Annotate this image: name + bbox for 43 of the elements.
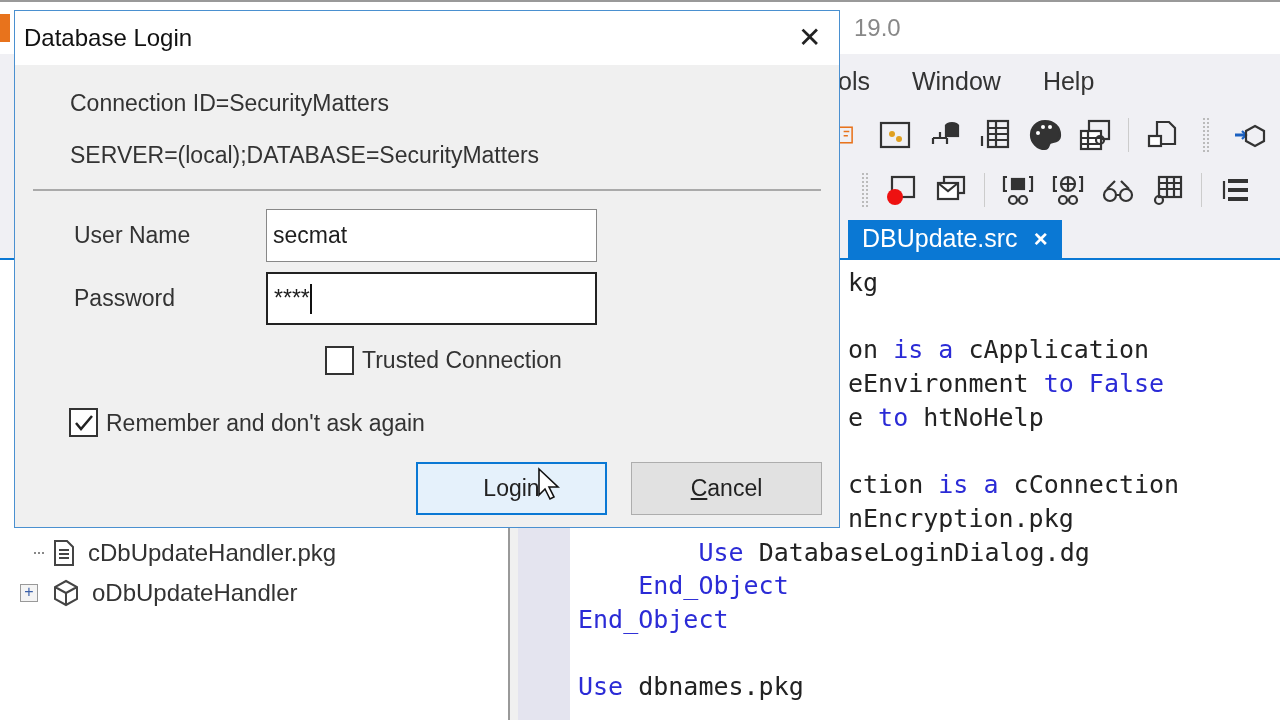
input-field[interactable]: secmat [266,209,597,262]
connection-info: Connection ID=SecurityMatters [70,89,390,118]
input-field[interactable]: **** [266,272,597,325]
code-line: ction is a cConnection [848,469,1181,502]
table-search-icon[interactable] [1078,118,1112,152]
code-line: Use dbnames.pkg [578,671,805,704]
code-line: kg [848,267,880,299]
menu-item[interactable]: Help [1042,63,1095,101]
code-line: End_Object [637,570,790,603]
code-line: e to htNoHelp [848,401,1045,434]
menu-item[interactable]: Window [911,63,1001,101]
field-label: User Name [73,221,192,251]
close-button[interactable]: ✕ [798,17,821,59]
code-line: Use DatabaseLoginDialog.dg [697,536,1091,569]
tree-item[interactable]: oDbUpdateHandler [92,575,298,611]
grid-glasses-icon[interactable] [1151,173,1185,207]
mouse-cursor-icon [537,467,561,501]
code-line: on is a cApplication [848,334,1151,367]
code-line: End_Object [578,603,730,636]
tree-item[interactable]: cDbUpdateHandler.pkg [88,535,337,571]
dialog-button[interactable]: Login [416,462,607,515]
window-title: 19.0 [854,13,901,43]
expand-button[interactable]: + [20,584,38,602]
close-icon[interactable]: × [1033,221,1048,257]
palette-icon[interactable] [1028,118,1062,152]
globe-glasses-icon[interactable] [1051,173,1085,207]
code-line: eEnvironment to False [848,368,1166,401]
menu-item[interactable]: ols [838,63,870,101]
checkbox-label: Trusted Connection [362,346,562,375]
record-window-icon[interactable] [884,173,918,207]
object-glasses-icon[interactable] [1001,173,1035,207]
dialog-button[interactable]: Cancel [631,462,822,515]
connection-info: SERVER=(local);DATABASE=SecurityMatters [70,141,541,170]
field-label: Password [73,284,176,314]
dialog-title: Database Login [24,23,193,53]
cube-icon [52,579,80,607]
checkbox-label: Remember and don't ask again [106,408,425,438]
document-icon [52,539,76,567]
app-logo-icon [0,14,10,42]
code-line: nEncryption.pkg [848,502,1075,535]
checkbox[interactable] [69,408,98,438]
checkbox[interactable] [325,345,354,375]
editor-tab[interactable]: DBUpdate.src × [848,220,1062,258]
